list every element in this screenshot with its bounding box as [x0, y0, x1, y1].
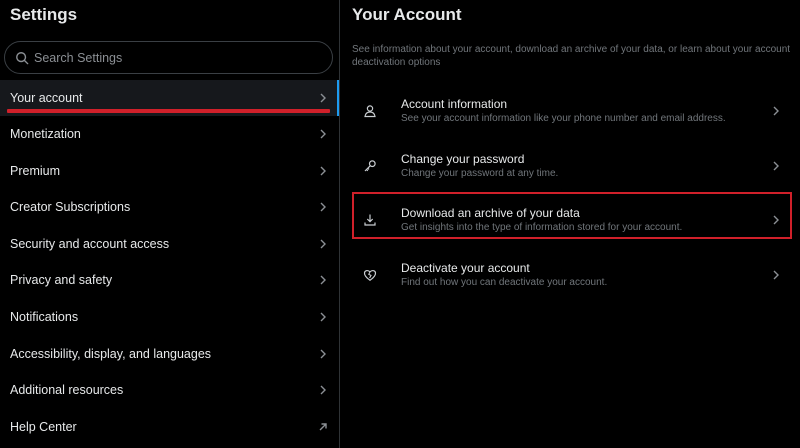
page-description: See information about your account, down… — [352, 44, 791, 68]
sidebar-item-label: Accessibility, display, and languages — [10, 347, 212, 361]
chevron-right-icon — [770, 214, 782, 226]
settings-app: Settings Your account Monetization Premi… — [0, 0, 800, 448]
chevron-right-icon — [317, 238, 329, 250]
chevron-right-icon — [770, 105, 782, 117]
download-icon — [363, 213, 377, 227]
chevron-right-icon — [317, 201, 329, 213]
chevron-right-icon — [317, 384, 329, 396]
chevron-right-icon — [317, 92, 329, 104]
search-settings-box[interactable] — [4, 41, 333, 74]
search-settings-input[interactable] — [34, 50, 314, 65]
broken-heart-icon — [363, 268, 377, 282]
sidebar-item-security[interactable]: Security and account access — [0, 226, 339, 262]
option-subtitle: See your account information like your p… — [401, 113, 726, 124]
option-deactivate-account[interactable]: Deactivate your account Find out how you… — [341, 252, 800, 300]
chevron-right-icon — [317, 165, 329, 177]
sidebar-item-additional-resources[interactable]: Additional resources — [0, 372, 339, 408]
sidebar-item-label: Notifications — [10, 310, 79, 324]
sidebar-item-creator-subscriptions[interactable]: Creator Subscriptions — [0, 189, 339, 225]
key-icon — [363, 159, 377, 173]
sidebar-item-label: Monetization — [10, 127, 81, 141]
option-title: Deactivate your account — [401, 261, 530, 275]
sidebar-item-label: Additional resources — [10, 383, 124, 397]
chevron-right-icon — [770, 269, 782, 281]
option-subtitle: Get insights into the type of informatio… — [401, 222, 683, 233]
search-icon — [15, 51, 29, 65]
option-title: Change your password — [401, 152, 525, 166]
option-download-archive[interactable]: Download an archive of your data Get ins… — [341, 197, 800, 245]
chevron-right-icon — [317, 128, 329, 140]
sidebar-item-label: Premium — [10, 164, 61, 178]
sidebar-item-premium[interactable]: Premium — [0, 153, 339, 189]
person-icon — [363, 104, 377, 118]
sidebar-item-label: Help Center — [10, 420, 77, 434]
option-subtitle: Change your password at any time. — [401, 168, 559, 179]
your-account-panel: Your Account See information about your … — [341, 0, 800, 448]
external-link-arrow-icon — [317, 421, 329, 433]
red-underline-annotation — [7, 109, 330, 113]
sidebar-item-notifications[interactable]: Notifications — [0, 299, 339, 335]
settings-sidebar: Settings Your account Monetization Premi… — [0, 0, 340, 448]
sidebar-item-label: Your account — [10, 91, 83, 105]
sidebar-item-help-center[interactable]: Help Center — [0, 409, 339, 445]
settings-title: Settings — [10, 5, 78, 24]
option-title: Download an archive of your data — [401, 206, 580, 220]
chevron-right-icon — [317, 311, 329, 323]
chevron-right-icon — [317, 348, 329, 360]
option-title: Account information — [401, 97, 508, 111]
sidebar-item-accessibility[interactable]: Accessibility, display, and languages — [0, 336, 339, 372]
sidebar-item-label: Security and account access — [10, 237, 170, 251]
option-account-information[interactable]: Account information See your account inf… — [341, 88, 800, 136]
sidebar-item-label: Privacy and safety — [10, 273, 113, 287]
sidebar-item-monetization[interactable]: Monetization — [0, 116, 339, 152]
sidebar-item-label: Creator Subscriptions — [10, 200, 131, 214]
chevron-right-icon — [770, 160, 782, 172]
sidebar-item-privacy[interactable]: Privacy and safety — [0, 262, 339, 298]
option-change-password[interactable]: Change your password Change your passwor… — [341, 143, 800, 191]
option-subtitle: Find out how you can deactivate your acc… — [401, 277, 608, 288]
page-title: Your Account — [352, 5, 462, 24]
chevron-right-icon — [317, 274, 329, 286]
